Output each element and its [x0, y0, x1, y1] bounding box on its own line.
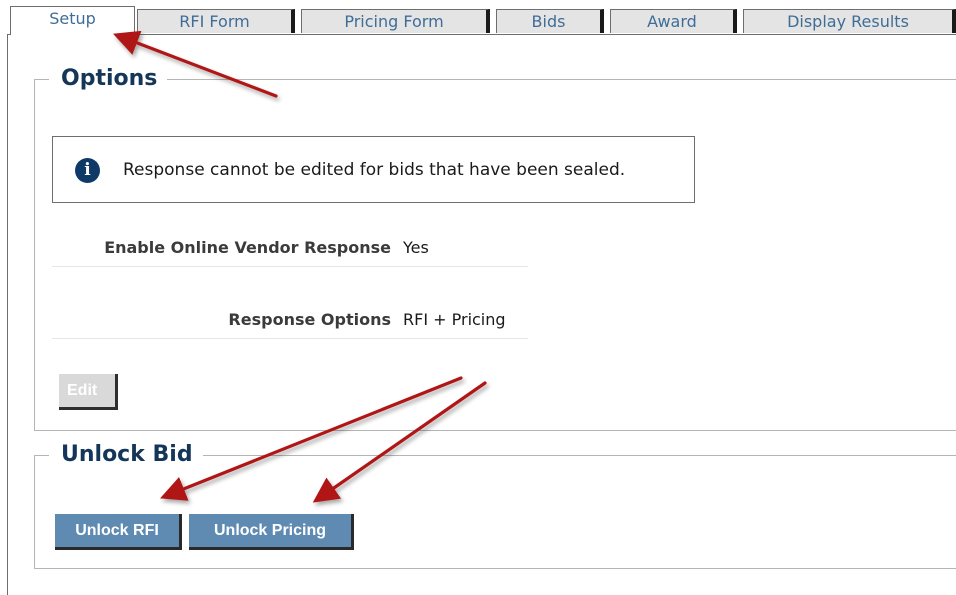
info-icon: i: [75, 158, 100, 183]
sealed-notice-text: Response cannot be edited for bids that …: [123, 160, 626, 180]
tab-setup[interactable]: Setup: [10, 6, 135, 35]
tab-award[interactable]: Award: [610, 9, 737, 33]
option-label: Response Options: [228, 310, 391, 329]
sealed-notice: i Response cannot be edited for bids tha…: [52, 136, 695, 203]
unlock-pricing-button[interactable]: Unlock Pricing: [189, 514, 354, 550]
unlock-bid-legend: Unlock Bid: [49, 439, 203, 471]
tab-bids[interactable]: Bids: [496, 9, 604, 33]
unlock-bid-fieldset: Unlock Bid: [34, 439, 956, 569]
tab-pricing-form[interactable]: Pricing Form: [301, 9, 490, 33]
tab-display-results[interactable]: Display Results: [743, 9, 956, 33]
edit-button[interactable]: Edit: [59, 374, 118, 410]
option-label: Enable Online Vendor Response: [104, 238, 391, 257]
option-row-online-vendor-response: Enable Online Vendor Response Yes: [52, 232, 528, 267]
option-value: RFI + Pricing: [403, 310, 506, 329]
options-legend: Options: [49, 63, 168, 95]
option-value: Yes: [403, 238, 429, 257]
tab-rfi-form[interactable]: RFI Form: [137, 9, 295, 33]
option-row-response-options: Response Options RFI + Pricing: [52, 304, 528, 339]
unlock-rfi-button[interactable]: Unlock RFI: [55, 514, 182, 550]
